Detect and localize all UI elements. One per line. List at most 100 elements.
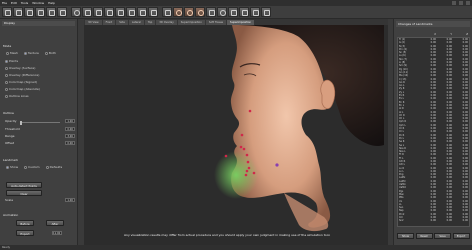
left-panel: Display Mode Mesh Texture Both Points Overl… <box>0 19 78 245</box>
ear <box>320 79 336 109</box>
radio-icon[interactable] <box>6 165 9 169</box>
radio-icon[interactable] <box>45 165 49 169</box>
scale-input[interactable]: 1.00 <box>65 197 75 202</box>
mode-option[interactable]: Texture <box>23 51 39 55</box>
radio-icon[interactable] <box>24 165 28 169</box>
landmark-option[interactable]: Show <box>6 165 18 169</box>
3d-viewport[interactable]: 3D View Front Side Lateral Top 3D Overlay Supe… <box>84 19 388 245</box>
import-icon[interactable] <box>24 7 34 17</box>
mode-option-label: Texture <box>27 51 39 55</box>
display-option[interactable]: Colormap (Absolute) <box>5 87 40 91</box>
opacity-input[interactable]: 1.00 <box>65 118 75 123</box>
landmark-point[interactable] <box>244 173 248 177</box>
undo-icon[interactable] <box>46 7 56 17</box>
clear-button[interactable]: Clear <box>6 190 42 196</box>
help-icon[interactable] <box>261 7 271 17</box>
landmark-point[interactable] <box>247 166 251 170</box>
toolbar-separator <box>68 7 70 17</box>
landmark-option-label: Custom <box>28 165 40 169</box>
mode-option[interactable]: Mesh <box>6 51 18 55</box>
table-cell: Sn2 <box>399 219 404 223</box>
export-input[interactable]: 11.00 <box>52 230 62 235</box>
settings-icon[interactable] <box>162 7 172 17</box>
snapshot-icon[interactable] <box>228 7 238 17</box>
toolbar <box>0 6 472 19</box>
rotate-icon[interactable] <box>71 7 81 17</box>
radio-icon[interactable] <box>23 51 27 55</box>
save-button[interactable]: Save <box>434 233 451 239</box>
save-icon[interactable] <box>13 7 23 17</box>
record-icon[interactable] <box>239 7 249 17</box>
close-icon[interactable] <box>466 1 470 5</box>
auto-detect-button[interactable]: Auto-detect Points <box>6 182 42 188</box>
landmark-label: Landmark <box>3 158 19 162</box>
radio-icon[interactable] <box>6 51 9 55</box>
export-button[interactable]: Export <box>452 233 470 239</box>
landmark-point[interactable] <box>240 133 244 137</box>
reset-button[interactable]: Reset <box>415 233 433 239</box>
landmark-point[interactable] <box>224 154 228 158</box>
display-option[interactable]: Overlay (Surface) <box>5 66 35 70</box>
radio-icon[interactable] <box>44 51 48 55</box>
measure-icon[interactable] <box>104 7 114 17</box>
face-icon[interactable] <box>173 7 183 17</box>
display-option[interactable]: Outline Lines <box>5 94 29 98</box>
range-input[interactable]: 3.00 <box>65 133 75 138</box>
offset-input[interactable]: 0.00 <box>65 140 75 145</box>
mesh-icon[interactable] <box>126 7 136 17</box>
info-icon[interactable] <box>250 7 260 17</box>
grid-icon[interactable] <box>206 7 216 17</box>
table-row[interactable]: Sn2 0.00 0.00 0.00 <box>398 219 469 222</box>
before-button[interactable]: Before <box>16 220 34 226</box>
mode-options: Mesh Texture Both <box>6 51 62 55</box>
landmark-icon[interactable] <box>115 7 125 17</box>
landmark-point[interactable] <box>275 163 279 167</box>
show-button[interactable]: Show <box>397 233 414 239</box>
landmark-point[interactable] <box>246 160 250 164</box>
pan-icon[interactable] <box>82 7 92 17</box>
radio-icon[interactable] <box>5 59 8 63</box>
landmark-point[interactable] <box>239 145 243 149</box>
landmark-point[interactable] <box>248 109 252 113</box>
landmark-point[interactable] <box>242 147 246 151</box>
radio-icon[interactable] <box>5 94 8 98</box>
landmarks-table[interactable]: Tr (1) 0.00 0.00 0.00 G (2) 0.00 0.00 0.00 N (3)… <box>397 37 470 227</box>
display-option[interactable]: Colormap (Signed) <box>5 80 37 84</box>
redo-icon[interactable] <box>57 7 67 17</box>
face-model[interactable] <box>84 25 388 245</box>
export-icon[interactable] <box>35 7 45 17</box>
mode-option[interactable]: Both <box>44 51 56 55</box>
landmark-option-label: Defaults <box>49 165 63 169</box>
table-cell: 0.00 <box>430 219 436 223</box>
landmark-option[interactable]: Custom <box>24 165 40 169</box>
face-icon[interactable] <box>184 7 194 17</box>
landmark-option[interactable]: Defaults <box>45 165 63 169</box>
column-header: Z <box>466 33 468 36</box>
radio-icon[interactable] <box>5 80 8 84</box>
radio-icon[interactable] <box>5 66 8 70</box>
display-option[interactable]: Points <box>5 59 18 63</box>
disclaimer-caption: Any visualization results may differ fro… <box>124 233 331 237</box>
view-icon[interactable] <box>217 7 227 17</box>
radio-icon[interactable] <box>5 73 8 77</box>
opacity-slider[interactable] <box>20 120 60 125</box>
range-label: Range <box>5 133 15 138</box>
minimize-icon[interactable] <box>452 1 456 5</box>
landmark-point[interactable] <box>252 171 256 175</box>
maximize-icon[interactable] <box>459 1 463 5</box>
light-icon[interactable] <box>148 7 158 17</box>
display-option[interactable]: Overlay (Difference) <box>5 73 39 77</box>
texture-icon[interactable] <box>137 7 147 17</box>
landmark-point[interactable] <box>245 169 249 173</box>
face-icon[interactable] <box>195 7 205 17</box>
display-option-label: Overlay (Difference) <box>9 73 40 77</box>
landmark-point[interactable] <box>245 153 249 157</box>
range-row: Range 3.00 <box>5 133 75 138</box>
open-icon[interactable] <box>2 7 12 17</box>
radio-icon[interactable] <box>5 87 8 91</box>
threshold-input[interactable]: 0.00 <box>65 126 75 131</box>
zoom-icon[interactable] <box>93 7 103 17</box>
export-button[interactable]: Export <box>16 230 34 236</box>
landmark-options: Show Custom Defaults <box>6 165 68 169</box>
after-button[interactable]: After <box>46 220 64 226</box>
